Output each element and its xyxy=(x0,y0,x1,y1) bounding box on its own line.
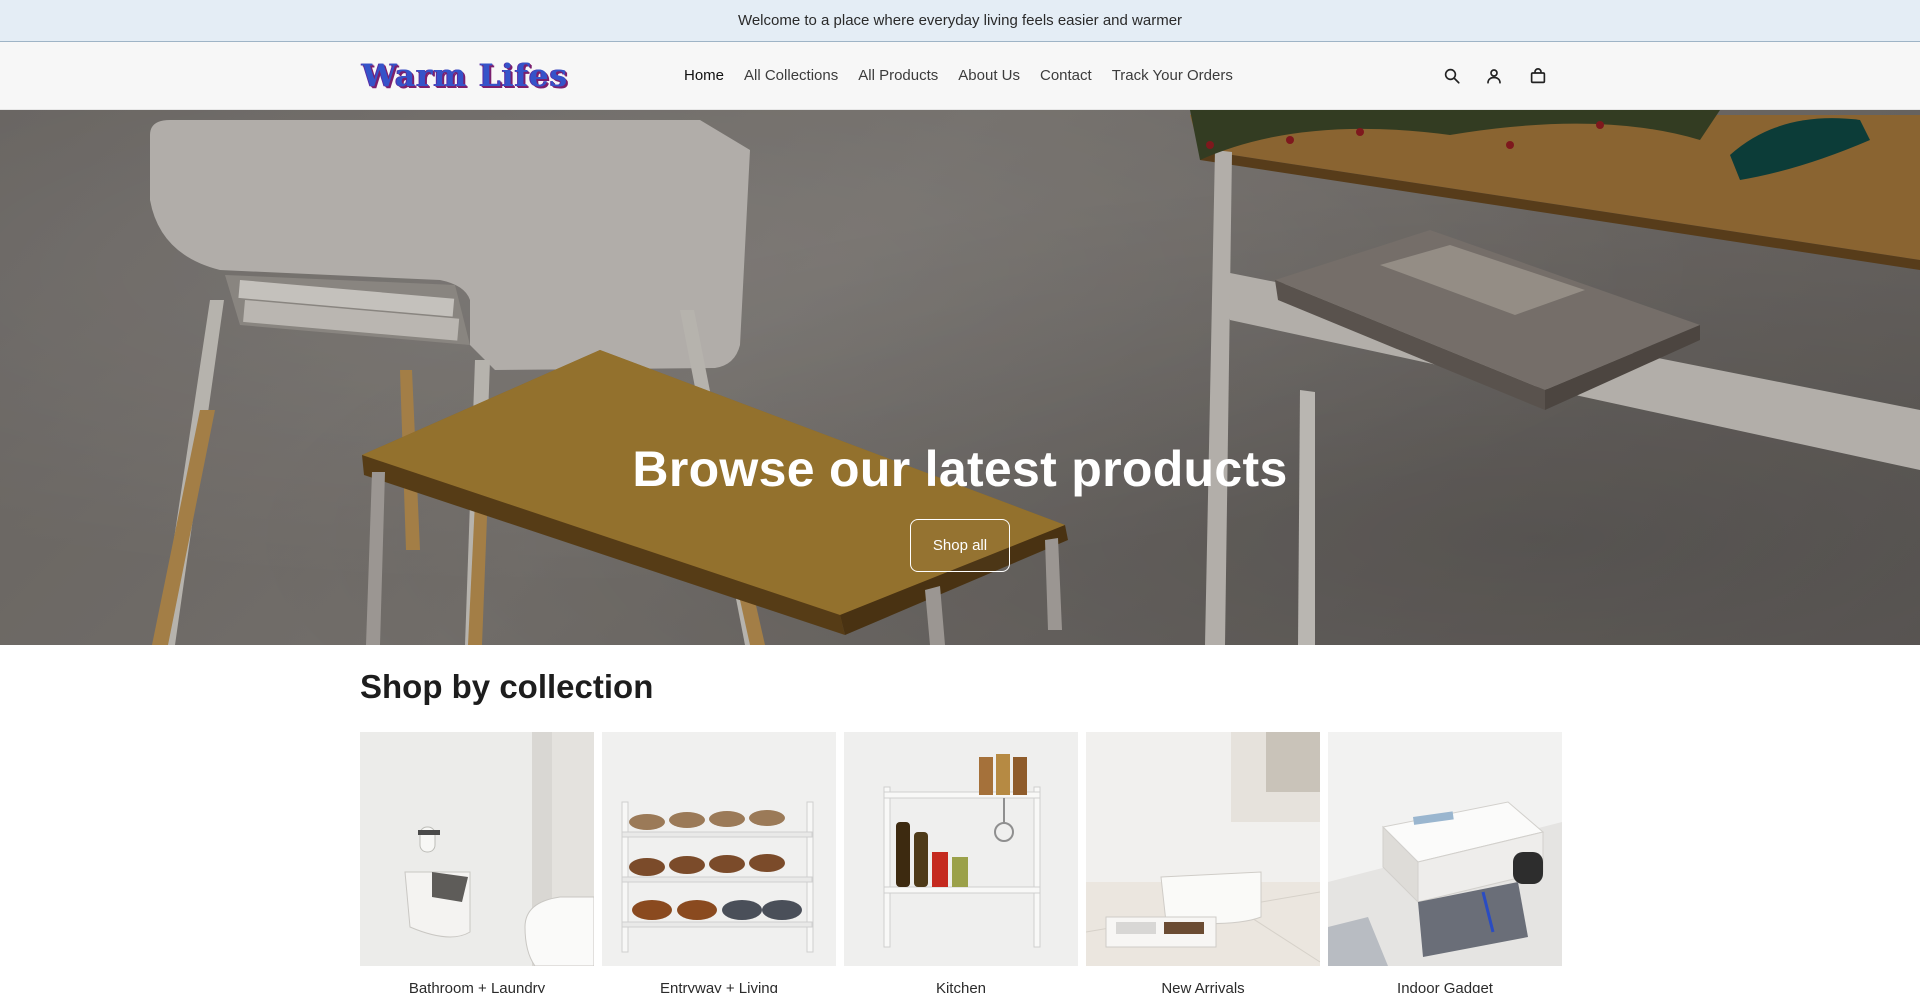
hero-title: Browse our latest products xyxy=(632,441,1288,497)
nav-all-products[interactable]: All Products xyxy=(848,42,948,110)
collection-card-bathroom-laundry[interactable]: Bathroom + Laundry xyxy=(360,732,594,993)
site-logo[interactable]: Warm Lifes xyxy=(362,59,568,93)
site-header: Warm Lifes Home All Collections All Prod… xyxy=(0,42,1920,110)
collection-image-bathroom-laundry[interactable] xyxy=(360,732,594,966)
cart-icon[interactable] xyxy=(1526,64,1550,88)
shop-all-button[interactable]: Shop all xyxy=(910,519,1010,572)
collection-label[interactable]: New Arrivals xyxy=(1086,980,1320,993)
collections-title: Shop by collection xyxy=(360,668,654,705)
announcement-bar: Welcome to a place where everyday living… xyxy=(0,0,1920,42)
collection-card-new-arrivals[interactable]: New Arrivals xyxy=(1086,732,1320,993)
collection-label[interactable]: Kitchen xyxy=(844,980,1078,993)
collection-image-new-arrivals[interactable] xyxy=(1086,732,1320,966)
nav-home[interactable]: Home xyxy=(674,42,734,110)
main-nav: Home All Collections All Products About … xyxy=(674,42,1243,110)
nav-track-orders[interactable]: Track Your Orders xyxy=(1102,42,1243,110)
nav-contact[interactable]: Contact xyxy=(1030,42,1102,110)
collection-label[interactable]: Indoor Gadget xyxy=(1328,980,1562,993)
collection-label[interactable]: Entryway + Living xyxy=(602,980,836,993)
collection-card-indoor-gadget[interactable]: Indoor Gadget xyxy=(1328,732,1562,993)
collection-label[interactable]: Bathroom + Laundry xyxy=(360,980,594,993)
collection-image-entryway-living[interactable] xyxy=(602,732,836,966)
collection-image-indoor-gadget[interactable] xyxy=(1328,732,1562,966)
nav-about-us[interactable]: About Us xyxy=(948,42,1030,110)
search-icon[interactable] xyxy=(1440,64,1464,88)
collection-card-entryway-living[interactable]: Entryway + Living xyxy=(602,732,836,993)
collection-card-kitchen[interactable]: Kitchen xyxy=(844,732,1078,993)
account-icon[interactable] xyxy=(1482,64,1506,88)
nav-all-collections[interactable]: All Collections xyxy=(734,42,848,110)
hero-banner: Browse our latest products Shop all xyxy=(0,110,1920,645)
collection-grid: Bathroom + Laundry Entryway + Living Kit… xyxy=(360,732,1562,993)
announcement-text: Welcome to a place where everyday living… xyxy=(737,12,1183,29)
collection-image-kitchen[interactable] xyxy=(844,732,1078,966)
